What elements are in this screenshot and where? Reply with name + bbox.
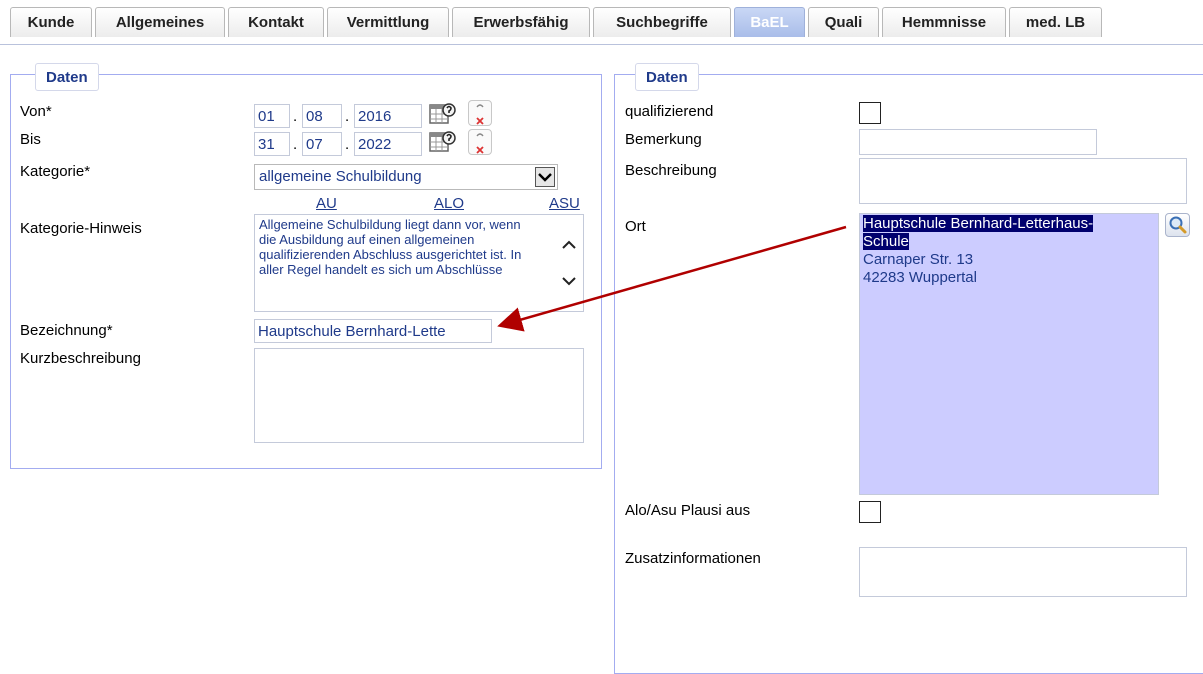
tab-erwerbsfaehig[interactable]: Erwerbsfähig	[452, 7, 590, 37]
von-clear-button[interactable]	[468, 100, 492, 126]
von-label: Von*	[20, 103, 52, 120]
kategorie-hinweis-content: Allgemeine Schulbildung liegt dann vor, …	[259, 217, 522, 277]
tab-kontakt[interactable]: Kontakt	[228, 7, 324, 37]
von-separator-2: .	[345, 108, 350, 125]
von-day-input[interactable]	[254, 104, 290, 128]
bis-year-input[interactable]	[354, 132, 422, 156]
zusatzinformationen-label: Zusatzinformationen	[625, 550, 761, 567]
kategorie-selected-value: allgemeine Schulbildung	[259, 168, 422, 185]
bemerkung-input[interactable]	[859, 129, 1097, 155]
tab-allgemeines[interactable]: Allgemeines	[95, 7, 225, 37]
kategorie-hinweis-text: Allgemeine Schulbildung liegt dann vor, …	[254, 214, 584, 312]
zusatzinformationen-textarea[interactable]	[859, 547, 1187, 597]
link-alo[interactable]: ALO	[434, 195, 464, 212]
beschreibung-textarea[interactable]	[859, 158, 1187, 204]
kategorie-label: Kategorie*	[20, 163, 91, 180]
ort-search-button[interactable]	[1165, 213, 1190, 237]
left-panel-legend: Daten	[35, 63, 99, 91]
von-calendar-icon[interactable]	[428, 101, 458, 127]
bis-month-input[interactable]	[302, 132, 342, 156]
tab-bael[interactable]: BaEL	[734, 7, 805, 37]
bis-calendar-icon[interactable]	[428, 129, 458, 155]
bis-label: Bis	[20, 131, 41, 148]
plausi-checkbox[interactable]	[859, 501, 881, 523]
clear-icon	[476, 104, 484, 125]
bezeichnung-label: Bezeichnung*	[20, 322, 113, 339]
bis-separator-1: .	[293, 136, 298, 153]
kategorie-select[interactable]: allgemeine Schulbildung	[254, 164, 558, 190]
qualifizierend-checkbox[interactable]	[859, 102, 881, 124]
bis-clear-button[interactable]	[468, 129, 492, 155]
clear-icon	[476, 133, 484, 154]
bis-day-input[interactable]	[254, 132, 290, 156]
ort-textarea[interactable]: Hauptschule Bernhard-Letterhaus- Schule …	[859, 213, 1159, 495]
scroll-down-icon[interactable]	[560, 273, 578, 289]
search-icon	[1169, 216, 1187, 234]
beschreibung-label: Beschreibung	[625, 162, 717, 179]
qualifizierend-label: qualifizierend	[625, 103, 714, 120]
link-asu[interactable]: ASU	[549, 195, 580, 212]
plausi-label: Alo/Asu Plausi aus	[625, 502, 751, 519]
scroll-up-icon[interactable]	[560, 237, 578, 253]
kurzbeschreibung-textarea[interactable]	[254, 348, 584, 443]
von-month-input[interactable]	[302, 104, 342, 128]
ort-line-4: 42283 Wuppertal	[863, 269, 977, 286]
von-separator-1: .	[293, 108, 298, 125]
tab-med-lb[interactable]: med. LB	[1009, 7, 1102, 37]
tab-quali[interactable]: Quali	[808, 7, 879, 37]
ort-line-2: Schule	[863, 233, 909, 250]
link-au[interactable]: AU	[316, 195, 337, 212]
tab-hemmnisse[interactable]: Hemmnisse	[882, 7, 1006, 37]
kurzbeschreibung-label: Kurzbeschreibung	[20, 350, 141, 367]
ort-line-3: Carnaper Str. 13	[863, 251, 974, 268]
tab-suchbegriffe[interactable]: Suchbegriffe	[593, 7, 731, 37]
bis-separator-2: .	[345, 136, 350, 153]
right-panel-legend: Daten	[635, 63, 699, 91]
ort-line-1: Hauptschule Bernhard-Letterhaus-	[863, 215, 1094, 232]
kategorie-hinweis-label: Kategorie-Hinweis	[20, 220, 142, 237]
ort-label: Ort	[625, 218, 646, 235]
chevron-down-icon[interactable]	[535, 167, 555, 187]
bemerkung-label: Bemerkung	[625, 131, 702, 148]
tab-vermittlung[interactable]: Vermittlung	[327, 7, 449, 37]
tab-bar: Kunde Allgemeines Kontakt Vermittlung Er…	[0, 0, 1203, 45]
tab-kunde[interactable]: Kunde	[10, 7, 92, 37]
bezeichnung-input[interactable]	[254, 319, 492, 343]
von-year-input[interactable]	[354, 104, 422, 128]
